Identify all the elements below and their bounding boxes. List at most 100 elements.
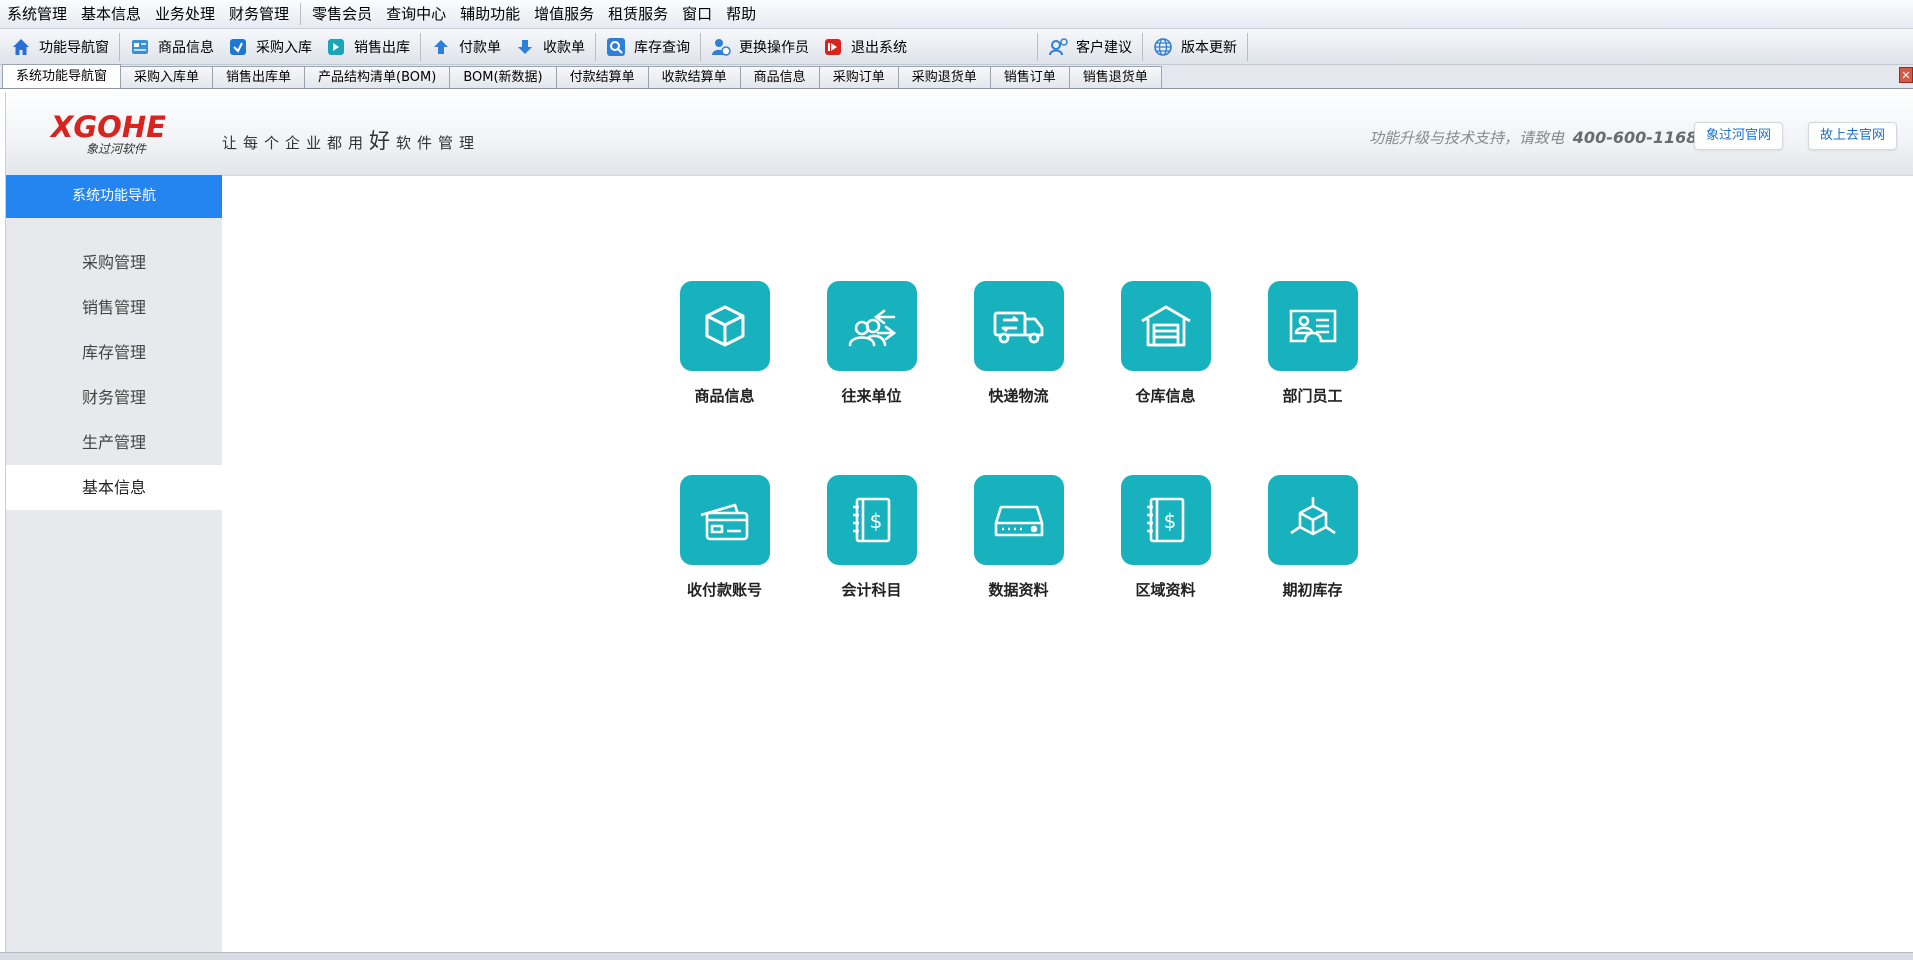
tab-purchase-return[interactable]: 采购退货单 (897, 66, 991, 88)
menu-auxiliary[interactable]: 辅助功能 (453, 0, 527, 29)
switch-operator-button[interactable]: 更换操作员 (704, 32, 816, 62)
purchase-in-button[interactable]: 采购入库 (221, 32, 319, 62)
tab-purchase-in[interactable]: 采购入库单 (120, 66, 214, 88)
receipt-button[interactable]: 收款单 (508, 32, 592, 62)
sidebar-item-sales[interactable]: 销售管理 (6, 285, 222, 330)
menu-value-added[interactable]: 增值服务 (527, 0, 601, 29)
old-site-button[interactable]: 故上去官网 (1808, 122, 1898, 150)
official-site-button[interactable]: 象过河官网 (1694, 122, 1784, 150)
payment-button[interactable]: 付款单 (424, 32, 508, 62)
tab-payment-settlement[interactable]: 付款结算单 (555, 66, 649, 88)
cube-icon (1267, 475, 1358, 565)
sidebar-item-inventory[interactable]: 库存管理 (6, 330, 222, 375)
toolbar-separator (700, 32, 701, 61)
svg-text:$: $ (1163, 509, 1176, 533)
toolbar-separator (595, 32, 596, 61)
truck-icon (973, 281, 1064, 371)
tab-purchase-order[interactable]: 采购订单 (818, 66, 899, 88)
tab-receipt-settlement[interactable]: 收款结算单 (647, 66, 741, 88)
sales-out-label: 销售出库 (354, 39, 410, 56)
tile-ledger[interactable]: $ 会计科目 (798, 475, 945, 600)
tile-data[interactable]: 数据资料 (945, 475, 1092, 600)
sidebar-item-production[interactable]: 生产管理 (6, 420, 222, 465)
tile-partners[interactable]: 往来单位 (798, 281, 945, 406)
tile-label: 数据资料 (988, 581, 1049, 599)
menu-business[interactable]: 业务处理 (148, 0, 222, 29)
tile-label: 快递物流 (988, 387, 1049, 405)
goods-button[interactable]: 商品信息 (123, 32, 221, 62)
menu-help[interactable]: 帮助 (719, 0, 763, 29)
menu-bar: 系统管理 基本信息 业务处理 财务管理 零售会员 查询中心 辅助功能 增值服务 … (0, 0, 1913, 29)
tab-nav-window[interactable]: 系统功能导航窗 (2, 64, 122, 88)
id-card-icon (1267, 281, 1358, 371)
sidebar-item-purchase[interactable]: 采购管理 (6, 240, 222, 285)
down-arrow-icon (515, 37, 535, 57)
globe-icon (1153, 37, 1173, 57)
home-icon (11, 37, 31, 57)
ledger-icon: $ (826, 475, 917, 565)
tab-sales-order[interactable]: 销售订单 (989, 66, 1070, 88)
up-arrow-icon (431, 37, 451, 57)
stock-query-button[interactable]: 库存查询 (599, 32, 697, 62)
menu-query-center[interactable]: 查询中心 (379, 0, 453, 29)
toolbar-separator (420, 32, 421, 61)
tab-sales-return[interactable]: 销售退货单 (1068, 66, 1162, 88)
tile-accounts[interactable]: 收付款账号 (651, 475, 798, 600)
update-button[interactable]: 版本更新 (1146, 32, 1244, 62)
tile-label: 商品信息 (694, 387, 755, 405)
sales-out-icon (326, 37, 346, 57)
tile-label: 收付款账号 (686, 581, 762, 599)
support-user-icon (1048, 37, 1068, 57)
box-icon (679, 281, 770, 371)
sidebar-item-basic-info[interactable]: 基本信息 (6, 465, 222, 510)
support-info: 功能升级与技术支持，请致电 400-600-1168 (1369, 127, 1697, 148)
menu-basic-info[interactable]: 基本信息 (74, 0, 148, 29)
sales-out-button[interactable]: 销售出库 (319, 32, 417, 62)
purchase-in-icon (228, 37, 248, 57)
tab-bom[interactable]: 产品结构清单(BOM) (304, 66, 451, 88)
feedback-label: 客户建议 (1076, 39, 1132, 56)
tile-label: 区域资料 (1135, 581, 1196, 599)
tile-express[interactable]: 快递物流 (945, 281, 1092, 406)
logo: XGOHE 象过河软件 (51, 112, 181, 156)
nav-window-label: 功能导航窗 (39, 39, 109, 56)
close-icon[interactable]: ✕ (1899, 67, 1913, 83)
payment-label: 付款单 (459, 39, 501, 56)
tab-bom-new[interactable]: BOM(新数据) (449, 66, 557, 88)
menu-leasing[interactable]: 租赁服务 (601, 0, 675, 29)
tile-region[interactable]: $ 区域资料 (1092, 475, 1239, 600)
support-text: 功能升级与技术支持，请致电 (1369, 129, 1565, 147)
menu-window[interactable]: 窗口 (675, 0, 719, 29)
tile-staff[interactable]: 部门员工 (1239, 281, 1386, 406)
sidebar: 系统功能导航 采购管理 销售管理 库存管理 财务管理 生产管理 基本信息 (6, 175, 222, 952)
navigation-window: XGOHE 象过河软件 让每个企业都用好软件管理 功能升级与技术支持，请致电 4… (5, 92, 1913, 952)
exit-button[interactable]: 退出系统 (816, 32, 914, 62)
menu-retail-member[interactable]: 零售会员 (305, 0, 379, 29)
logo-wordmark: XGOHE (51, 110, 166, 144)
logo-subtitle: 象过河软件 (86, 142, 147, 156)
tab-sales-out[interactable]: 销售出库单 (212, 66, 306, 88)
toolbar: 功能导航窗 商品信息 采购入库 销售出库 付款单 收款单 库存查询 更换操作员 … (0, 29, 1913, 65)
tile-opening-stock[interactable]: 期初库存 (1239, 475, 1386, 600)
menu-finance[interactable]: 财务管理 (222, 0, 296, 29)
toolbar-separator (119, 32, 120, 61)
region-book-icon: $ (1120, 475, 1211, 565)
goods-icon (130, 37, 150, 57)
contacts-icon (826, 281, 917, 371)
feedback-button[interactable]: 客户建议 (1041, 32, 1139, 62)
sidebar-title: 系统功能导航 (6, 175, 222, 218)
nav-window-button[interactable]: 功能导航窗 (4, 32, 116, 62)
menu-system[interactable]: 系统管理 (0, 0, 74, 29)
sidebar-item-finance[interactable]: 财务管理 (6, 375, 222, 420)
purchase-in-label: 采购入库 (256, 39, 312, 56)
search-icon (606, 37, 626, 57)
tile-warehouse[interactable]: 仓库信息 (1092, 281, 1239, 406)
slogan: 让每个企业都用好软件管理 (222, 125, 480, 155)
tab-goods[interactable]: 商品信息 (739, 66, 820, 88)
tile-label: 往来单位 (841, 387, 902, 405)
slogan-pre: 让每个企业都用 (222, 134, 370, 152)
user-switch-icon (711, 37, 731, 57)
slogan-post: 软件管理 (396, 134, 481, 152)
tile-goods[interactable]: 商品信息 (651, 281, 798, 406)
switch-operator-label: 更换操作员 (739, 39, 809, 56)
